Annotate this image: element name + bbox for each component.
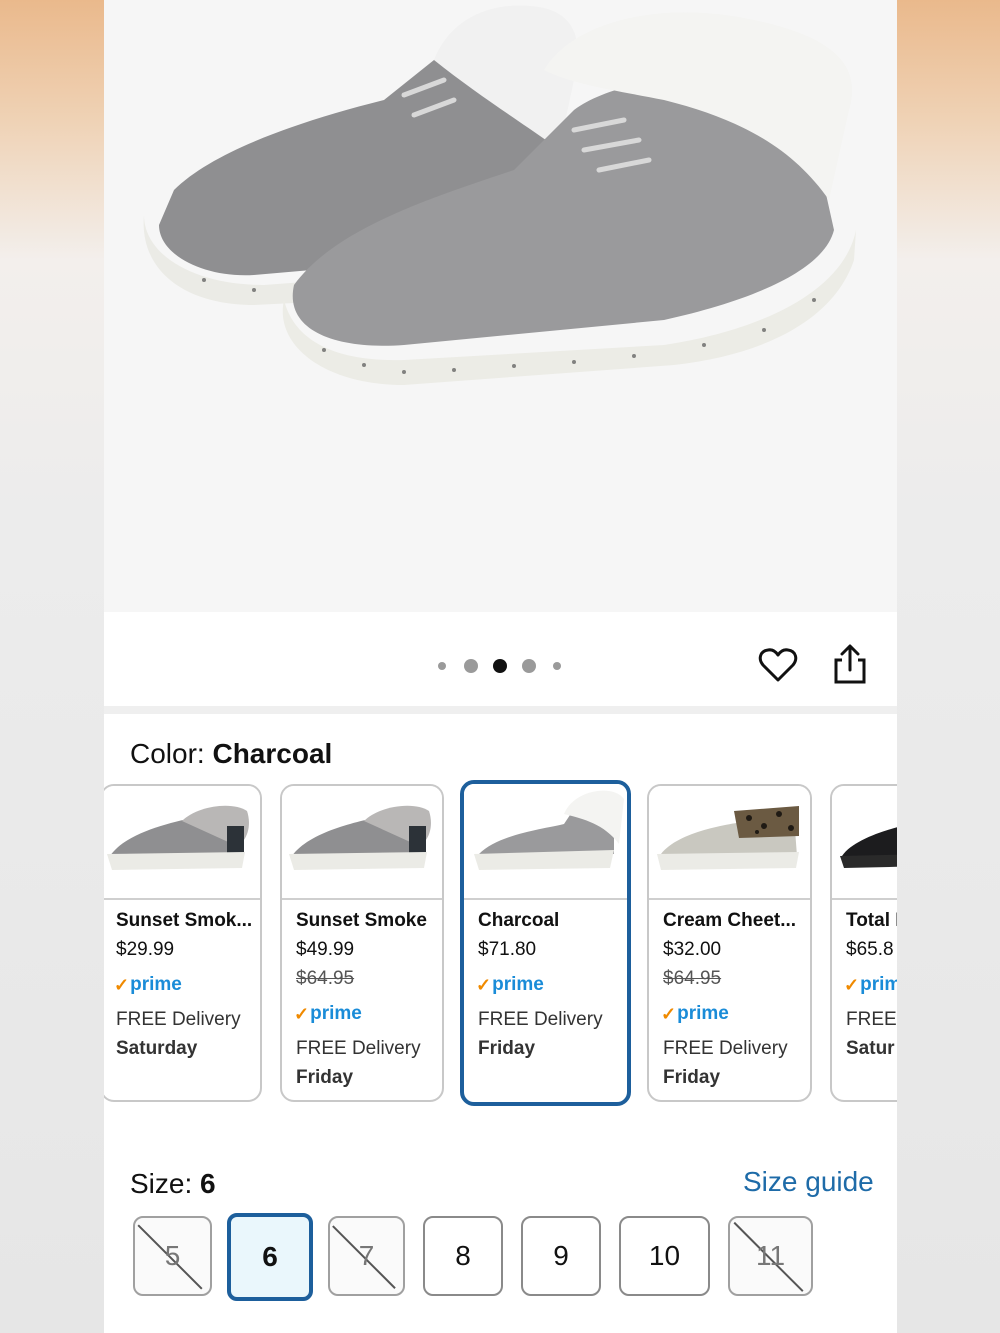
carousel-dot[interactable] <box>464 659 478 673</box>
product-page: Color: Charcoal Sunset Smok... $29.99 ✓ p… <box>104 0 897 1333</box>
delivery-day: Satur <box>846 1038 895 1059</box>
variant-name: Charcoal <box>478 910 560 931</box>
variant-list-price: $64.95 <box>663 968 722 989</box>
size-label: Size: 6 <box>130 1168 216 1199</box>
delivery-text: FREE D <box>846 1009 897 1030</box>
check-icon: ✓ <box>844 974 860 995</box>
size-guide-link[interactable]: Size guide <box>743 1166 874 1198</box>
size-option-9[interactable]: 9 <box>521 1216 601 1296</box>
check-icon: ✓ <box>294 1003 310 1024</box>
carousel-dot[interactable] <box>522 659 536 673</box>
variant-name: Total B <box>846 910 897 931</box>
size-option-6[interactable]: 6 <box>227 1213 313 1301</box>
variant-thumbnail <box>832 786 897 900</box>
variant-price: $32.00 <box>663 939 722 960</box>
carousel-dot[interactable] <box>553 662 561 670</box>
check-icon: ✓ <box>661 1003 677 1024</box>
variant-price: $29.99 <box>116 939 175 960</box>
size-option-5[interactable]: 5 <box>133 1216 212 1296</box>
share-icon[interactable] <box>832 644 868 686</box>
delivery-text: FREE Delivery <box>478 1009 603 1030</box>
variant-card[interactable]: Sunset Smoke $49.99 $64.95 ✓ prime FREE D… <box>280 784 444 1102</box>
variant-thumbnail <box>649 786 810 900</box>
size-option-8[interactable]: 8 <box>423 1216 503 1296</box>
prime-badge: ✓ prime <box>661 1003 729 1024</box>
check-icon: ✓ <box>476 974 492 995</box>
prime-badge: ✓ prime <box>476 974 544 995</box>
variant-thumbnail <box>464 784 627 900</box>
variant-card[interactable]: Sunset Smok... $29.99 ✓ prime FREE Delive… <box>104 784 262 1102</box>
variant-name: Cream Cheet... <box>663 910 797 931</box>
check-icon: ✓ <box>114 974 130 995</box>
prime-badge: ✓ prime <box>294 1003 362 1024</box>
variant-card[interactable]: Cream Cheet... $32.00 $64.95 ✓ prime FREE… <box>647 784 812 1102</box>
size-option-7[interactable]: 7 <box>328 1216 405 1296</box>
variant-list-price: $64.95 <box>296 968 355 989</box>
delivery-text: FREE Delivery <box>116 1009 241 1030</box>
delivery-day: Friday <box>478 1038 536 1059</box>
delivery-day: Friday <box>663 1067 721 1088</box>
variant-price: $49.99 <box>296 939 355 960</box>
selected-size: 6 <box>200 1168 216 1199</box>
size-option-11[interactable]: 11 <box>728 1216 813 1296</box>
delivery-text: FREE Delivery <box>663 1038 788 1059</box>
variant-card[interactable]: Total B $65.8 ✓prim FREE D Satur <box>830 784 897 1102</box>
carousel-dot[interactable] <box>438 662 446 670</box>
size-option-10[interactable]: 10 <box>619 1216 710 1296</box>
delivery-day: Friday <box>296 1067 354 1088</box>
color-label: Color: Charcoal <box>130 738 333 769</box>
variant-name: Sunset Smok... <box>116 910 253 931</box>
variant-price: $65.8 <box>846 939 894 960</box>
prime-badge: ✓ prime <box>114 974 182 995</box>
delivery-day: Saturday <box>116 1038 198 1059</box>
product-image[interactable] <box>104 0 897 612</box>
section-divider <box>104 706 897 714</box>
variant-card-selected[interactable]: Charcoal $71.80 ✓ prime FREE Delivery Fri… <box>460 780 631 1106</box>
variant-thumbnail <box>104 786 260 900</box>
prime-badge: ✓prim <box>844 974 897 995</box>
shoe-pair-illustration <box>143 5 856 385</box>
delivery-text: FREE Delivery <box>296 1038 421 1059</box>
carousel-dot-active[interactable] <box>493 659 507 673</box>
variant-price: $71.80 <box>478 939 537 960</box>
variant-thumbnail <box>282 786 442 900</box>
variant-name: Sunset Smoke <box>296 910 427 931</box>
selected-color: Charcoal <box>212 738 333 769</box>
heart-icon[interactable] <box>758 645 798 685</box>
